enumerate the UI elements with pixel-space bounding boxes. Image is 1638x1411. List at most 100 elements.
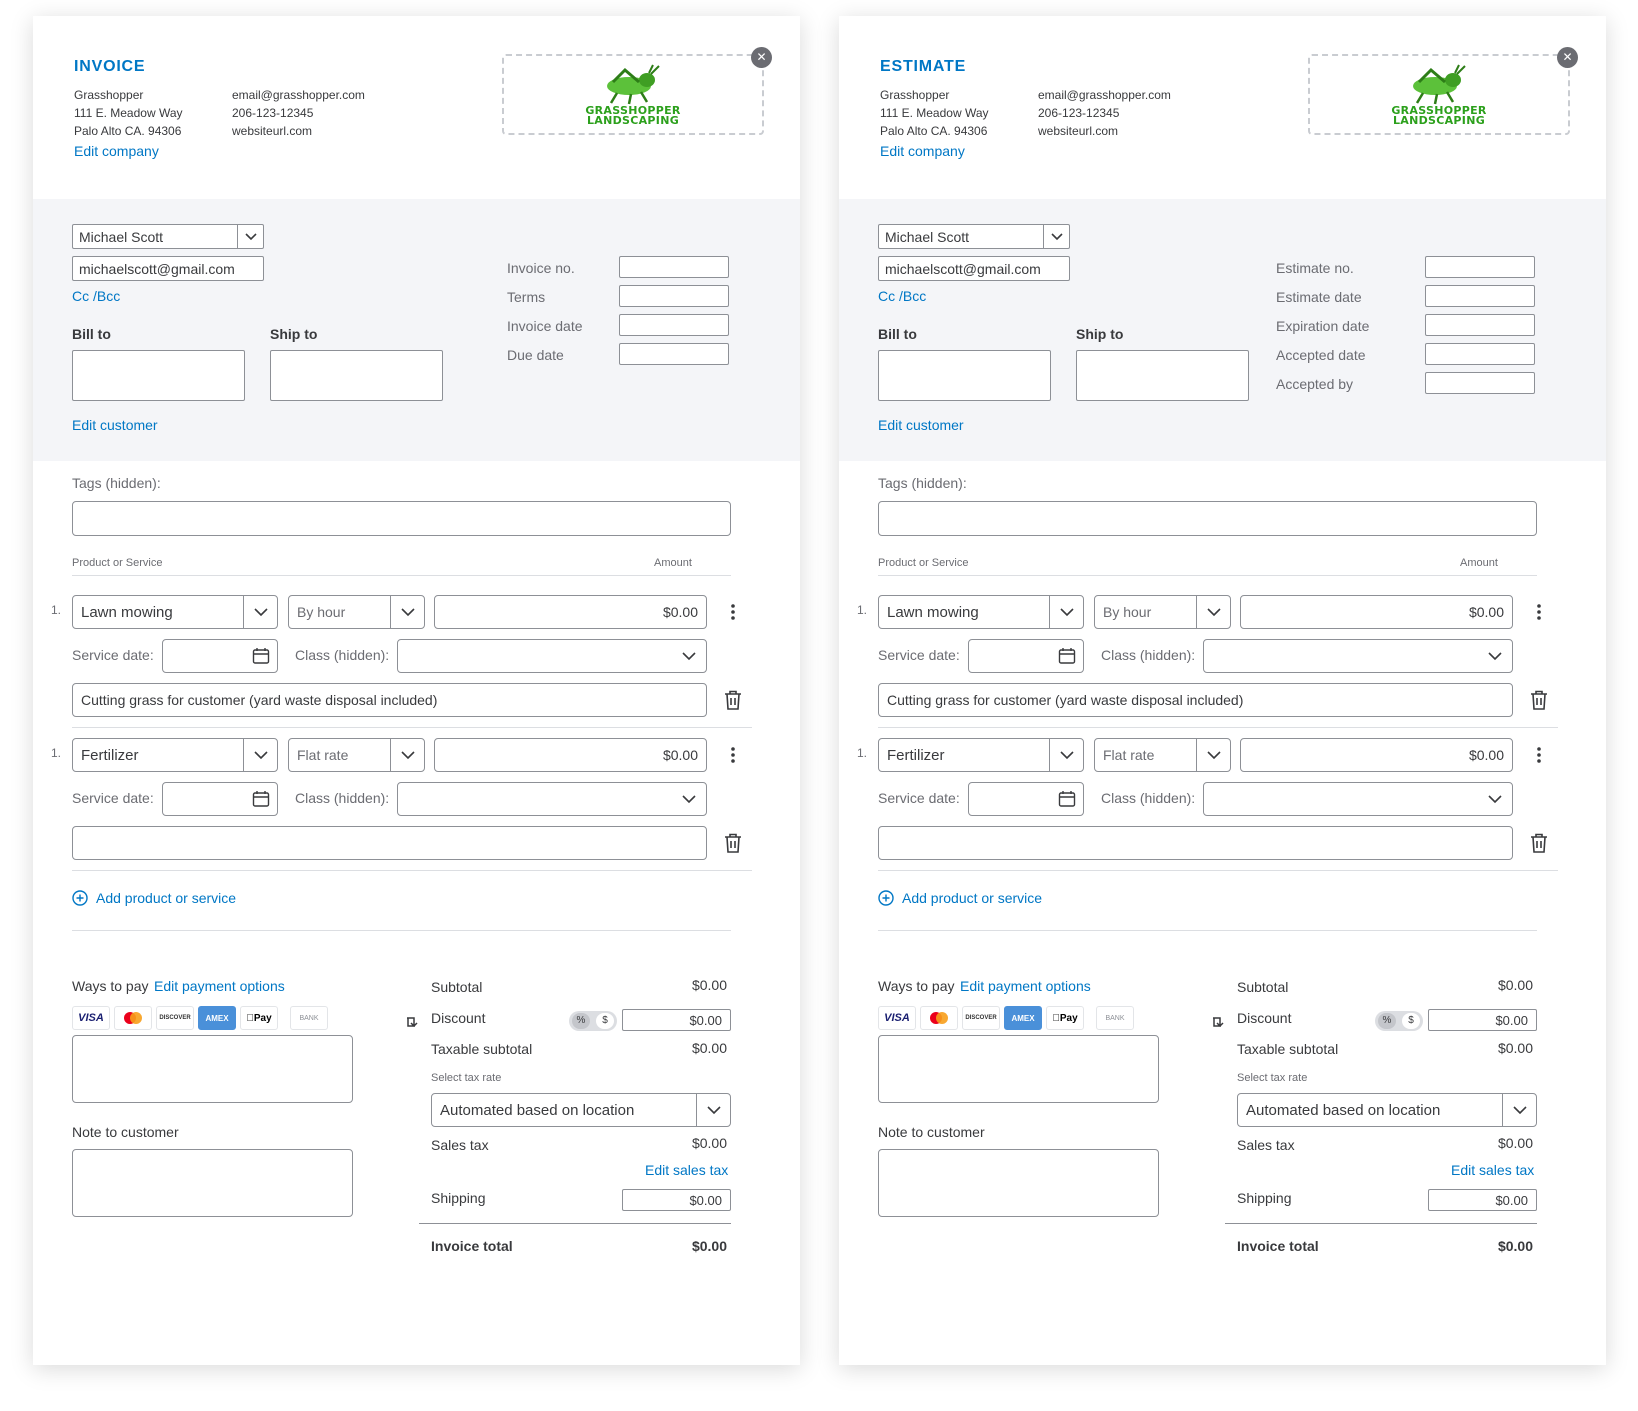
- meta-field-input[interactable]: [1425, 285, 1535, 307]
- class-select[interactable]: [1203, 782, 1513, 816]
- rate-type-select[interactable]: By hour: [288, 595, 425, 629]
- tags-input[interactable]: [72, 501, 731, 536]
- bill-to-address-field[interactable]: [878, 350, 1051, 401]
- class-select[interactable]: [397, 639, 707, 673]
- meta-field-input[interactable]: [1425, 372, 1535, 394]
- company-logo[interactable]: GRASSHOPPER LANDSCAPING: [1308, 54, 1570, 135]
- tax-rate-select[interactable]: Automated based on location: [431, 1093, 731, 1127]
- edit-payment-options-link[interactable]: Edit payment options: [960, 978, 1091, 994]
- product-select[interactable]: Fertilizer: [878, 738, 1084, 772]
- rate-type-select[interactable]: Flat rate: [1094, 738, 1231, 772]
- note-to-customer-field[interactable]: [72, 1149, 353, 1217]
- bill-to-address-field[interactable]: [72, 350, 245, 401]
- product-select[interactable]: Fertilizer: [72, 738, 278, 772]
- meta-field-input[interactable]: [619, 343, 729, 365]
- payment-message-field[interactable]: [72, 1035, 353, 1103]
- more-options-icon[interactable]: [1536, 603, 1542, 621]
- cc-bcc-link[interactable]: Cc /Bcc: [878, 288, 926, 304]
- discount-type-toggle[interactable]: % $: [569, 1011, 617, 1031]
- line-amount-input[interactable]: $0.00: [434, 595, 707, 629]
- edit-sales-tax-link[interactable]: Edit sales tax: [1451, 1162, 1534, 1178]
- discount-type-toggle[interactable]: % $: [1375, 1011, 1423, 1031]
- edit-payment-options-link[interactable]: Edit payment options: [154, 978, 285, 994]
- percent-option[interactable]: %: [572, 1013, 590, 1029]
- class-select[interactable]: [397, 782, 707, 816]
- product-select[interactable]: Lawn mowing: [878, 595, 1084, 629]
- product-select[interactable]: Lawn mowing: [72, 595, 278, 629]
- line-amount-input[interactable]: $0.00: [1240, 595, 1513, 629]
- payment-message-field[interactable]: [878, 1035, 1159, 1103]
- customer-email-field[interactable]: michaelscott@gmail.com: [878, 256, 1070, 281]
- reorder-icon[interactable]: [1209, 1012, 1225, 1032]
- rate-type-select[interactable]: Flat rate: [288, 738, 425, 772]
- line-description-input[interactable]: [72, 826, 707, 860]
- rate-type-select[interactable]: By hour: [1094, 595, 1231, 629]
- meta-field-input[interactable]: [1425, 343, 1535, 365]
- trash-icon[interactable]: [1530, 690, 1548, 710]
- remove-logo-button[interactable]: ✕: [1557, 47, 1578, 68]
- table-header-divider: [878, 575, 1537, 576]
- service-date-input[interactable]: [162, 782, 278, 816]
- trash-icon[interactable]: [724, 833, 742, 853]
- service-date-input[interactable]: [162, 639, 278, 673]
- edit-sales-tax-link[interactable]: Edit sales tax: [645, 1162, 728, 1178]
- add-product-button[interactable]: Add product or service: [72, 890, 236, 906]
- more-options-icon[interactable]: [1536, 746, 1542, 764]
- line-description-input[interactable]: Cutting grass for customer (yard waste d…: [878, 683, 1513, 717]
- reorder-icon[interactable]: [403, 1012, 419, 1032]
- product-column-header: Product or Service: [72, 557, 163, 569]
- amex-card-icon[interactable]: AMEX: [1004, 1006, 1042, 1030]
- bank-icon[interactable]: BANK: [290, 1006, 328, 1030]
- line-amount-input[interactable]: $0.00: [434, 738, 707, 772]
- line-description-input[interactable]: Cutting grass for customer (yard waste d…: [72, 683, 707, 717]
- service-date-input[interactable]: [968, 782, 1084, 816]
- mastercard-icon[interactable]: [114, 1006, 152, 1030]
- class-select[interactable]: [1203, 639, 1513, 673]
- customer-email-field[interactable]: michaelscott@gmail.com: [72, 256, 264, 281]
- customer-select[interactable]: Michael Scott: [878, 224, 1070, 249]
- line-amount-input[interactable]: $0.00: [1240, 738, 1513, 772]
- edit-customer-link[interactable]: Edit customer: [878, 417, 964, 433]
- line-description-input[interactable]: [878, 826, 1513, 860]
- discount-input[interactable]: $0.00: [622, 1009, 731, 1031]
- bank-icon[interactable]: BANK: [1096, 1006, 1134, 1030]
- apple-pay-icon[interactable]: Pay: [240, 1006, 278, 1030]
- edit-company-link[interactable]: Edit company: [880, 143, 965, 159]
- meta-field-input[interactable]: [619, 285, 729, 307]
- cc-bcc-link[interactable]: Cc /Bcc: [72, 288, 120, 304]
- visa-card-icon[interactable]: VISA: [878, 1006, 916, 1030]
- percent-option[interactable]: %: [1378, 1013, 1396, 1029]
- visa-label: VISA: [884, 1012, 910, 1024]
- apple-pay-icon[interactable]: Pay: [1046, 1006, 1084, 1030]
- company-logo[interactable]: GRASSHOPPER LANDSCAPING: [502, 54, 764, 135]
- meta-field-input[interactable]: [1425, 256, 1535, 278]
- add-product-button[interactable]: Add product or service: [878, 890, 1042, 906]
- remove-logo-button[interactable]: ✕: [751, 47, 772, 68]
- customer-select[interactable]: Michael Scott: [72, 224, 264, 249]
- trash-icon[interactable]: [724, 690, 742, 710]
- meta-field-input[interactable]: [1425, 314, 1535, 336]
- visa-card-icon[interactable]: VISA: [72, 1006, 110, 1030]
- tags-input[interactable]: [878, 501, 1537, 536]
- service-date-input[interactable]: [968, 639, 1084, 673]
- dollar-option[interactable]: $: [596, 1013, 614, 1029]
- discount-input[interactable]: $0.00: [1428, 1009, 1537, 1031]
- more-options-icon[interactable]: [730, 603, 736, 621]
- ship-to-address-field[interactable]: [1076, 350, 1249, 401]
- edit-customer-link[interactable]: Edit customer: [72, 417, 158, 433]
- trash-icon[interactable]: [1530, 833, 1548, 853]
- amex-card-icon[interactable]: AMEX: [198, 1006, 236, 1030]
- shipping-input[interactable]: $0.00: [1428, 1189, 1537, 1211]
- more-options-icon[interactable]: [730, 746, 736, 764]
- mastercard-icon[interactable]: [920, 1006, 958, 1030]
- discover-card-icon[interactable]: DISCOVER: [962, 1006, 1000, 1030]
- discover-card-icon[interactable]: DISCOVER: [156, 1006, 194, 1030]
- note-to-customer-field[interactable]: [878, 1149, 1159, 1217]
- shipping-input[interactable]: $0.00: [622, 1189, 731, 1211]
- edit-company-link[interactable]: Edit company: [74, 143, 159, 159]
- dollar-option[interactable]: $: [1402, 1013, 1420, 1029]
- tax-rate-select[interactable]: Automated based on location: [1237, 1093, 1537, 1127]
- ship-to-address-field[interactable]: [270, 350, 443, 401]
- meta-field-input[interactable]: [619, 256, 729, 278]
- meta-field-input[interactable]: [619, 314, 729, 336]
